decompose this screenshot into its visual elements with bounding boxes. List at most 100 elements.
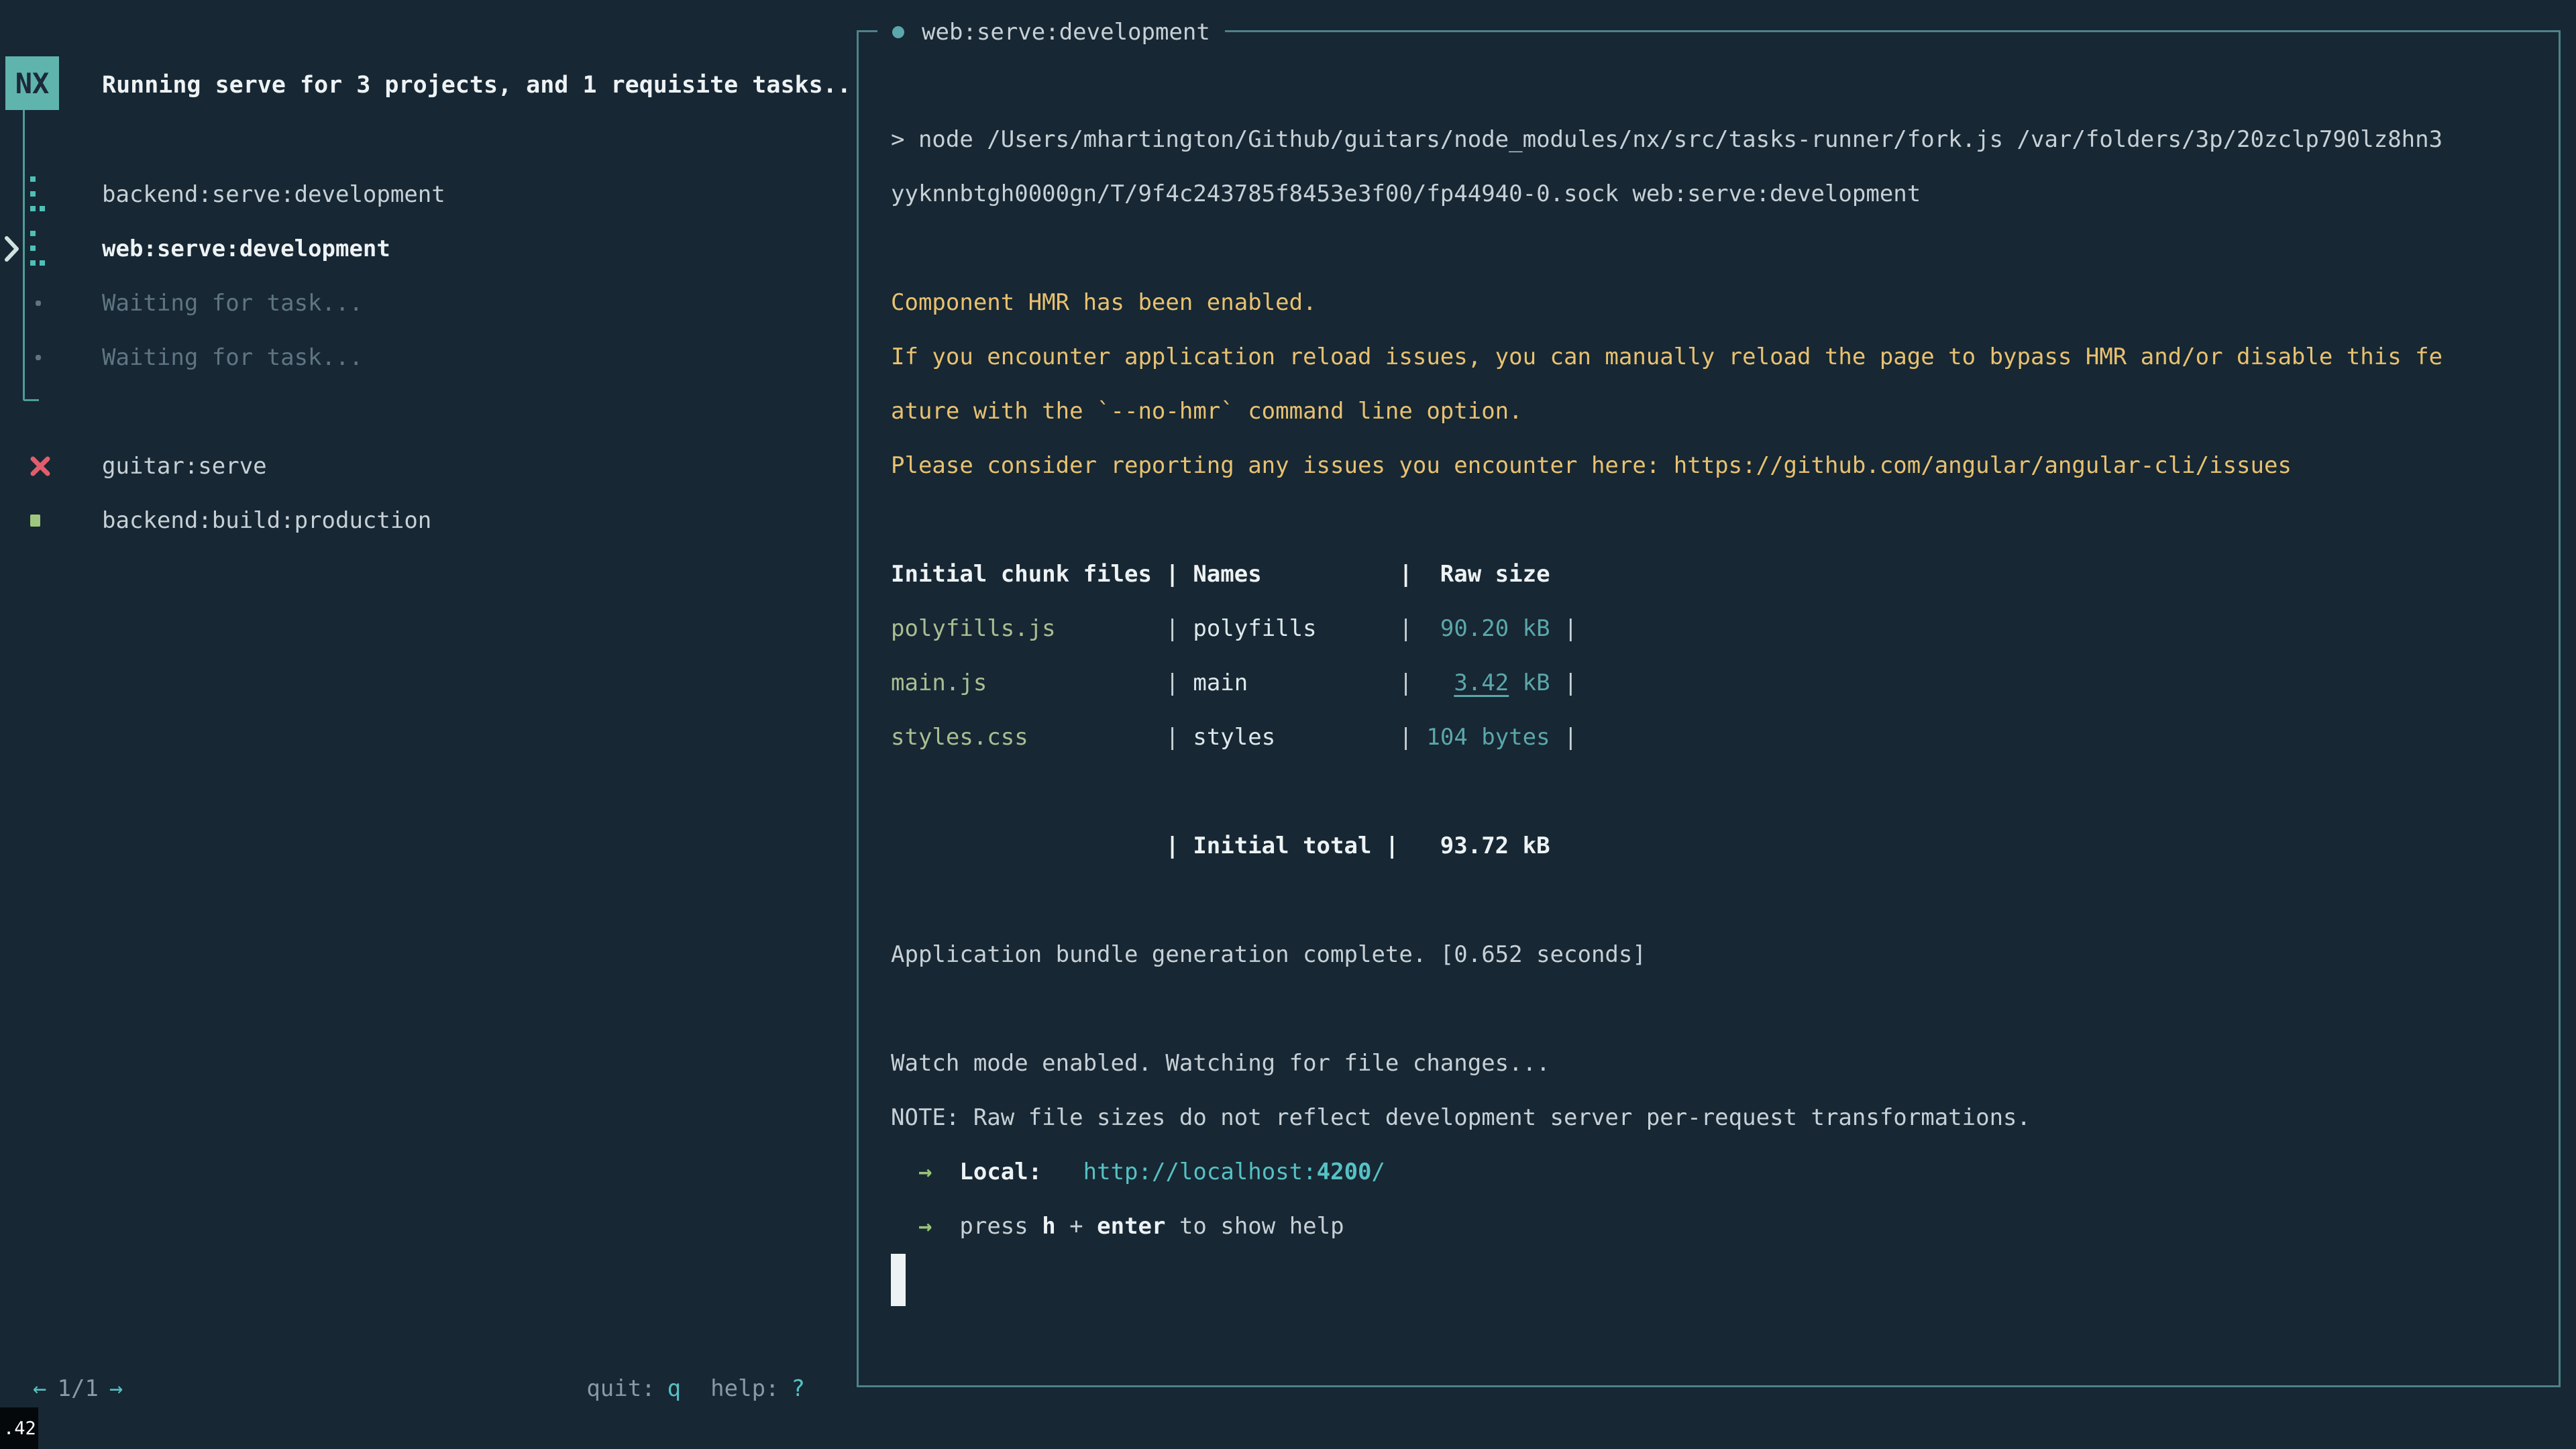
terminal-text-segment: enter [1097, 1213, 1165, 1240]
terminal-text-segment: | Initial total | 93.72 kB [891, 833, 1550, 859]
terminal-text-segment: ature with the `--no-hmr` command line o… [891, 398, 1523, 425]
pagination: ← 1/1 → [33, 1362, 123, 1416]
terminal-line: styles.css | styles | 104 bytes | [891, 710, 2548, 765]
terminal-text-segment: Initial chunk files | Names | Raw size [891, 561, 1550, 588]
terminal-text-segment: h [1042, 1213, 1055, 1240]
terminal-line: Component HMR has been enabled. [891, 276, 2548, 330]
terminal-text-segment: polyfills.js [891, 615, 1165, 642]
task-label: Waiting for task... [0, 290, 363, 317]
keyboard-hints: quit: q help: ? [586, 1362, 805, 1416]
terminal-line [891, 982, 2548, 1036]
terminal-text-segment: 90.20 kB [1440, 615, 1550, 642]
terminal-text-segment: main [1193, 669, 1248, 696]
bottom-bar: ← 1/1 → quit: q help: ? [0, 1362, 857, 1416]
nx-logo: NX [5, 56, 59, 110]
selected-task-chevron-icon [3, 234, 21, 264]
help-hint-label: help: [710, 1362, 779, 1416]
pagination-next-icon[interactable]: → [109, 1362, 123, 1416]
task-label: backend:serve:development [0, 181, 445, 208]
terminal-text-segment: | [1317, 615, 1413, 642]
terminal-text-segment: | [1550, 724, 1578, 751]
terminal-line: NOTE: Raw file sizes do not reflect deve… [891, 1091, 2548, 1145]
terminal-line: polyfills.js | polyfills | 90.20 kB | [891, 602, 2548, 656]
help-arrow-icon: → [918, 1213, 932, 1240]
spinner-icon [30, 174, 47, 215]
task-row[interactable]: guitar:serve [0, 439, 857, 493]
terminal-text-segment: kB [1509, 669, 1550, 696]
terminal-text-segment: | [1275, 724, 1413, 751]
task-row[interactable]: backend:build:production [0, 493, 857, 547]
terminal-text-segment: styles.css [891, 724, 1165, 751]
running-status-bullet-icon [892, 26, 904, 38]
terminal-text-segment: press [959, 1213, 1042, 1240]
terminal-text-segment: | [1165, 724, 1193, 751]
terminal-text-segment [1413, 724, 1426, 751]
quit-key-hint: q [667, 1362, 681, 1416]
terminal-text-segment: Watch mode enabled. Watching for file ch… [891, 1050, 1550, 1077]
task-label: backend:build:production [0, 507, 431, 534]
local-url-link[interactable]: / [1372, 1159, 1385, 1185]
terminal-line: Watch mode enabled. Watching for file ch… [891, 1036, 2548, 1091]
sidebar-header: Running serve for 3 projects, and 1 requ… [102, 58, 851, 113]
terminal-text-segment: Local: [959, 1159, 1042, 1185]
terminal-text-segment [891, 1213, 918, 1240]
local-url-link[interactable]: http://localhost: [1083, 1159, 1317, 1185]
terminal-text-segment: Component HMR has been enabled. [891, 289, 1317, 316]
terminal-text-segment: NOTE: Raw file sizes do not reflect deve… [891, 1104, 2031, 1131]
sidebar: NX Running serve for 3 projects, and 1 r… [0, 0, 857, 1449]
local-arrow-icon: → [918, 1159, 932, 1185]
terminal-text-segment: If you encounter application reload issu… [891, 343, 2443, 370]
waiting-dot-icon [30, 349, 47, 366]
block-cursor [891, 1254, 906, 1306]
nx-tui-screen: NX Running serve for 3 projects, and 1 r… [0, 0, 2576, 1449]
terminal-line [891, 221, 2548, 276]
task-row[interactable]: web:serve:development [0, 221, 857, 276]
terminal-line [891, 765, 2548, 819]
local-url-link[interactable]: 4200 [1317, 1159, 1372, 1185]
terminal-line: → press h + enter to show help [891, 1199, 2548, 1254]
terminal-text-segment: | [1550, 615, 1578, 642]
terminal-line [891, 493, 2548, 547]
terminal-line: Application bundle generation complete. … [891, 928, 2548, 982]
task-label: Waiting for task... [0, 344, 363, 371]
terminal-line: If you encounter application reload issu… [891, 330, 2548, 384]
success-square-icon [30, 514, 42, 527]
task-row[interactable]: Waiting for task... [0, 276, 857, 330]
task-row[interactable]: backend:serve:development [0, 167, 857, 221]
terminal-text-segment: styles [1193, 724, 1275, 751]
terminal-line: yyknnbtgh0000gn/T/9f4c243785f8453e3f00/f… [891, 167, 2548, 221]
task-row[interactable]: Waiting for task... [0, 330, 857, 384]
terminal-text-segment: 104 bytes [1426, 724, 1550, 751]
help-key-hint: ? [792, 1362, 805, 1416]
terminal-text-segment: + [1056, 1213, 1097, 1240]
task-list-spacer [0, 384, 857, 439]
terminal-text-segment [1042, 1159, 1083, 1185]
pagination-label: 1/1 [57, 1362, 98, 1416]
terminal-text-segment: 3.42 [1454, 669, 1509, 696]
terminal-line: | Initial total | 93.72 kB [891, 819, 2548, 873]
terminal-text-segment: | [1165, 615, 1193, 642]
terminal-text-segment: Please consider reporting any issues you… [891, 452, 2292, 479]
terminal-line: main.js | main | 3.42 kB | [891, 656, 2548, 710]
terminal-text-segment [932, 1213, 959, 1240]
terminal-line: Initial chunk files | Names | Raw size [891, 547, 2548, 602]
terminal-line: → Local: http://localhost:4200/ [891, 1145, 2548, 1199]
terminal-text-segment [891, 1159, 918, 1185]
terminal-text-segment: | [1248, 669, 1413, 696]
terminal-title: web:serve:development [877, 15, 1225, 50]
terminal-line: Please consider reporting any issues you… [891, 439, 2548, 493]
terminal-line [891, 873, 2548, 928]
terminal-text-segment: main.js [891, 669, 1165, 696]
terminal-text-segment: > node /Users/mhartington/Github/guitars… [891, 126, 2443, 153]
spinner-icon [30, 228, 47, 270]
terminal-text-segment: yyknnbtgh0000gn/T/9f4c243785f8453e3f00/f… [891, 180, 1921, 207]
waiting-dot-icon [30, 294, 47, 312]
terminal-text-segment [1413, 669, 1454, 696]
terminal-text-segment: to show help [1165, 1213, 1344, 1240]
terminal-text-segment: | [1165, 669, 1193, 696]
terminal-line: > node /Users/mhartington/Github/guitars… [891, 113, 2548, 167]
terminal-output: > node /Users/mhartington/Github/guitars… [891, 113, 2548, 1308]
terminal-text-segment [1413, 615, 1440, 642]
error-cross-icon [30, 455, 51, 477]
quit-hint-label: quit: [586, 1362, 655, 1416]
